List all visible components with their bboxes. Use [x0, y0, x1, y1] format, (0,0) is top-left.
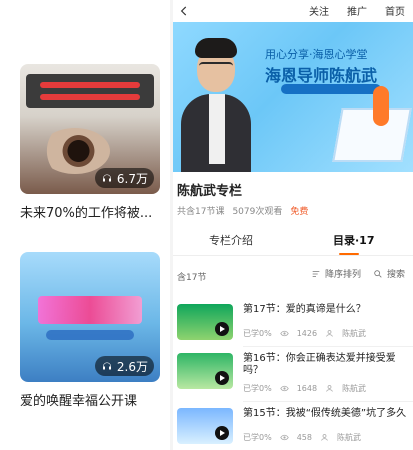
- play-count-badge: 2.6万: [94, 356, 154, 376]
- lesson-meta: 已学0% 1426 陈航武: [243, 328, 409, 339]
- portrait-hair: [195, 38, 237, 58]
- tab-directory[interactable]: 目录·17: [333, 232, 375, 248]
- play-count: 2.6万: [116, 359, 148, 374]
- lesson-progress: 已学0%: [243, 433, 272, 442]
- lesson-item[interactable]: 第17节：爱的真谛是什么？ 已学0% 1426 陈航武: [173, 300, 413, 352]
- tabs: 专栏介绍 目录·17: [173, 226, 413, 256]
- headphones-icon: [102, 174, 111, 182]
- sort-icon: [312, 270, 320, 277]
- hero-slogan: 用心分享·海恩心学堂: [265, 48, 368, 61]
- lesson-thumbnail: [177, 304, 233, 340]
- portrait-glasses: [199, 62, 233, 70]
- hero-pill: [281, 84, 381, 94]
- course-title[interactable]: 爱的唤醒幸福公开课: [20, 390, 160, 409]
- lesson-progress: 已学0%: [243, 384, 272, 393]
- left-pane: 6.7万 未来70%的工作将被... 2.6万 爱的唤醒幸福公开课: [0, 0, 170, 450]
- lesson-title[interactable]: 第16节：你会正确表达爱并接受爱吗？: [243, 353, 409, 377]
- lesson-meta: 已学0% 458 陈航武: [243, 432, 409, 443]
- lesson-title[interactable]: 第15节：我被“假传统美德”坑了多久: [243, 408, 409, 420]
- thumbnail-title-art: [38, 296, 142, 324]
- recommend-button[interactable]: 推广: [347, 3, 367, 18]
- course-title[interactable]: 未来70%的工作将被...: [20, 202, 160, 221]
- banner-line: [40, 82, 140, 88]
- lesson-views: 1648: [296, 384, 318, 393]
- search-icon: [374, 269, 382, 278]
- tab-intro[interactable]: 专栏介绍: [209, 232, 253, 248]
- lesson-progress: 已学0%: [243, 329, 272, 338]
- thumbnail-banner: [26, 74, 154, 108]
- list-divider: [243, 346, 413, 347]
- list-divider: [243, 401, 413, 402]
- headphones-icon: [102, 362, 111, 370]
- thumbnail-subtitle-art: [46, 330, 134, 340]
- list-tools: 降序排列 搜索: [311, 267, 405, 280]
- search-label: 搜索: [386, 270, 405, 280]
- top-bar: 关注 推广 首页: [173, 0, 413, 22]
- hero-title: 海恩导师陈航武: [265, 66, 378, 85]
- column-meta: 共含17节课 5079次观看 免费: [177, 204, 308, 217]
- eye-icon: [280, 329, 289, 338]
- lesson-views: 458: [296, 433, 312, 442]
- person-illustration: [373, 86, 389, 126]
- active-tab-indicator: [339, 253, 359, 255]
- teacher-portrait: [181, 38, 251, 172]
- user-icon: [320, 433, 329, 442]
- play-icon: [215, 371, 229, 385]
- view-count: 5079次观看: [232, 207, 283, 217]
- episode-count: 共含17节课: [177, 207, 225, 217]
- lesson-item[interactable]: 第15节：我被“假传统美德”坑了多久 已学0% 458 陈航武: [173, 404, 413, 450]
- play-count: 6.7万: [116, 171, 148, 186]
- lesson-meta: 已学0% 1648 陈航武: [243, 383, 409, 394]
- book-illustration: [332, 108, 412, 162]
- column-info: 陈航武专栏 共含17节课 5079次观看 免费: [173, 176, 413, 220]
- lesson-author: 陈航武: [342, 384, 367, 393]
- hero-banner: 用心分享·海恩心学堂 海恩导师陈航武: [173, 22, 413, 172]
- sort-button[interactable]: 降序排列: [311, 267, 361, 280]
- follow-button[interactable]: 关注: [309, 3, 329, 18]
- right-pane: 关注 推广 首页 用心分享·海恩心学堂 海恩导师陈航武 陈航武专栏 共含17节课…: [173, 0, 413, 450]
- lesson-item[interactable]: 第16节：你会正确表达爱并接受爱吗？ 已学0% 1648 陈航武: [173, 349, 413, 401]
- course-thumbnail[interactable]: 2.6万: [20, 252, 160, 382]
- topbar-actions: 关注 推广 首页: [309, 3, 405, 18]
- lesson-views: 1426: [296, 329, 318, 338]
- user-icon: [325, 329, 334, 338]
- play-icon: [215, 426, 229, 440]
- user-icon: [325, 384, 334, 393]
- lesson-count: 含17节: [177, 273, 207, 283]
- search-button[interactable]: 搜索: [373, 267, 405, 280]
- course-thumbnail[interactable]: 6.7万: [20, 64, 160, 194]
- course-card[interactable]: 2.6万 爱的唤醒幸福公开课: [20, 252, 160, 409]
- eye-image: [40, 128, 110, 174]
- course-card[interactable]: 6.7万 未来70%的工作将被...: [20, 64, 160, 221]
- portrait-shirt: [209, 94, 225, 164]
- play-icon: [215, 322, 229, 336]
- lesson-author: 陈航武: [342, 329, 367, 338]
- sort-label: 降序排列: [324, 270, 361, 280]
- column-title: 陈航武专栏: [177, 184, 243, 199]
- price-badge: 免费: [290, 207, 309, 217]
- eye-icon: [280, 384, 289, 393]
- lesson-author: 陈航武: [336, 433, 361, 442]
- banner-line: [40, 94, 140, 100]
- play-count-badge: 6.7万: [94, 168, 154, 188]
- lesson-thumbnail: [177, 353, 233, 389]
- back-arrow-icon[interactable]: [177, 4, 191, 18]
- list-header: 含17节 降序排列 搜索: [173, 264, 413, 284]
- lesson-title[interactable]: 第17节：爱的真谛是什么？: [243, 304, 409, 316]
- lesson-thumbnail: [177, 408, 233, 444]
- home-button[interactable]: 首页: [385, 3, 405, 18]
- eye-icon: [280, 433, 289, 442]
